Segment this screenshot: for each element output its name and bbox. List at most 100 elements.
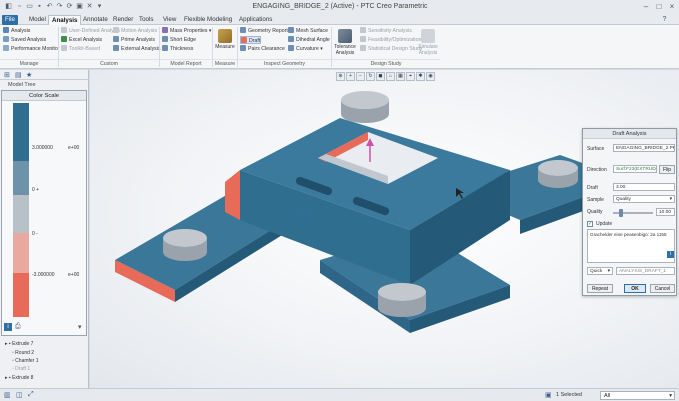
file-menu[interactable]: File <box>2 15 18 25</box>
quality-label: Quality <box>587 209 603 215</box>
tab-analysis[interactable]: Analysis <box>48 15 82 25</box>
tab-model[interactable]: Model <box>26 15 49 25</box>
app-logo-icon: ◧ <box>5 3 12 10</box>
right-boss-top <box>538 160 578 176</box>
toolkit-based-button[interactable]: Toolkit-Based <box>61 45 100 53</box>
window-title: ENGAGING_BRIDGE_2 (Active) - PTC Creo Pa… <box>252 3 428 10</box>
user-defined-analysis-button[interactable]: User-Defined Analysis <box>61 27 120 35</box>
help-icon[interactable]: ? <box>660 15 669 24</box>
quality-field[interactable]: 10.00 <box>656 208 675 216</box>
simulate-analysis-button[interactable]: Simulate Analysis <box>417 29 439 56</box>
saved-analysis-button[interactable]: Saved Analysis <box>3 36 46 44</box>
close-window-icon[interactable]: ✕ <box>85 2 94 11</box>
undo-icon[interactable]: ↶ <box>45 2 54 11</box>
maximize-icon[interactable]: □ <box>654 2 664 12</box>
measure-icon <box>218 29 232 43</box>
redo-icon[interactable]: ↷ <box>55 2 64 11</box>
show-browser-icon[interactable]: ◫ <box>16 391 23 399</box>
full-screen-icon[interactable]: ⤢ <box>28 391 34 399</box>
color-swatch-positive <box>13 103 29 161</box>
geometry-report-button[interactable]: Geometry Report ▾ <box>240 27 292 35</box>
excel-analysis-button[interactable]: Excel Analysis <box>61 36 102 44</box>
left-boss-top <box>163 229 207 247</box>
tab-view[interactable]: View <box>160 15 179 25</box>
mesh-surface-icon <box>288 27 294 33</box>
favorites-tab-icon[interactable]: ★ <box>26 71 32 79</box>
feasibility-optimization-button[interactable]: Feasibility/Optimization <box>360 36 421 44</box>
minimize-icon[interactable]: – <box>641 2 651 12</box>
group-model-report[interactable]: Model Report <box>160 59 212 68</box>
menu-bar: File Model Analysis Annotate Render Tool… <box>0 14 679 25</box>
dihedral-angle-button[interactable]: Dihedral Angle <box>288 36 330 44</box>
model-tree-tab-icon[interactable]: ⊞ <box>4 71 10 79</box>
feasibility-icon <box>360 36 366 42</box>
motion-icon <box>113 27 119 33</box>
tab-applications[interactable]: Applications <box>236 15 275 25</box>
scale-min-exponent: e+00 <box>68 272 80 278</box>
tree-item[interactable]: ▫ Chamfer 1 <box>12 358 39 364</box>
tab-annotate[interactable]: Annotate <box>80 15 111 25</box>
tree-item[interactable]: ▸ ▪ Extrude 8 <box>5 375 33 381</box>
sensitivity-analysis-button[interactable]: Sensitivity Analysis <box>360 27 412 35</box>
short-edge-button[interactable]: Short Edge <box>162 36 196 44</box>
direction-field[interactable]: Surf:F23(EXTRUDE) <box>613 165 657 173</box>
tree-item[interactable]: ▸ ▪ Extrude 7 <box>5 341 33 347</box>
scroll-down-icon[interactable]: ▾ <box>78 323 82 331</box>
tab-flexible-modeling[interactable]: Flexible Modeling <box>181 15 235 25</box>
user-defined-icon <box>61 27 67 33</box>
customize-icon[interactable]: ▾ <box>95 2 104 11</box>
mesh-surface-button[interactable]: Mesh Surface <box>288 27 328 35</box>
mass-properties-button[interactable]: Mass Properties ▾ <box>162 27 212 35</box>
color-swatch-negative <box>13 273 29 317</box>
regenerate-icon[interactable]: ⟳ <box>65 2 74 11</box>
quality-slider-handle[interactable] <box>619 209 623 217</box>
print-icon[interactable]: ⎙ <box>15 323 21 331</box>
tab-render[interactable]: Render <box>110 15 136 25</box>
group-inspect-geometry[interactable]: Inspect Geometry <box>238 59 331 68</box>
tolerance-analysis-button[interactable]: Tolerance Analysis <box>333 29 357 56</box>
cancel-button[interactable]: Cancel <box>650 284 675 293</box>
ok-button[interactable]: OK <box>624 284 646 293</box>
pairs-clearance-button[interactable]: Pairs Clearance <box>240 45 285 53</box>
close-icon[interactable]: × <box>667 2 677 12</box>
motion-analysis-button[interactable]: Motion Analysis <box>113 27 157 35</box>
toolkit-icon <box>61 45 67 51</box>
analysis-type-select[interactable]: Quick ▾ <box>587 267 613 275</box>
new-icon[interactable]: ▫ <box>15 2 24 11</box>
draft-button[interactable]: Draft <box>240 36 262 44</box>
prime-analysis-button[interactable]: Prime Analysis <box>113 36 155 44</box>
show-navigator-icon[interactable]: ▥ <box>4 391 11 399</box>
sensitivity-icon <box>360 27 366 33</box>
block-draft-face <box>225 170 240 220</box>
dimension-annotation[interactable]: 3.95 <box>298 212 310 218</box>
group-design-study: Design Study <box>332 59 440 68</box>
sample-select[interactable]: Quality ▾ <box>613 195 675 203</box>
update-checkbox[interactable]: ✓ <box>587 221 593 227</box>
analysis-name-field[interactable]: ANALYSIS_DRAFT_1 <box>616 267 675 275</box>
open-icon[interactable]: ▭ <box>25 2 34 11</box>
windows-icon[interactable]: ▣ <box>75 2 84 11</box>
result-text: Grachelder eine peasenbigo: 2a 1155 <box>590 232 667 237</box>
scale-max-exponent: e+00 <box>68 145 80 151</box>
folder-browser-tab-icon[interactable]: ▤ <box>15 71 22 79</box>
draft-angle-field[interactable]: 3.00 <box>613 183 675 191</box>
surface-field[interactable]: ENGAGING_BRIDGE_2.PRT <box>613 144 675 152</box>
thickness-button[interactable]: Thickness <box>162 45 193 53</box>
external-analysis-button[interactable]: External Analysis <box>113 45 161 53</box>
repeat-button[interactable]: Repeat <box>587 284 613 293</box>
analysis-button[interactable]: Analysis <box>3 27 30 35</box>
saved-analysis-icon <box>3 36 9 42</box>
flip-button[interactable]: Flip <box>659 165 675 174</box>
selection-filter-select[interactable]: All ▾ <box>600 391 675 400</box>
save-icon[interactable]: ▪ <box>35 2 44 11</box>
tab-tools[interactable]: Tools <box>136 15 156 25</box>
curvature-button[interactable]: Curvature ▾ <box>288 45 323 53</box>
performance-monitor-button[interactable]: Performance Monitor <box>3 45 59 53</box>
statistical-design-study-button[interactable]: Statistical Design Study <box>360 45 423 53</box>
info-icon[interactable]: i <box>667 251 674 258</box>
tree-item[interactable]: ▫ Round 2 <box>12 350 34 356</box>
tree-item[interactable]: ▫ Draft 1 <box>12 366 30 372</box>
measure-button[interactable]: Measure <box>215 29 235 50</box>
group-manage[interactable]: Manage <box>0 59 58 68</box>
info-icon[interactable]: i <box>4 323 12 331</box>
